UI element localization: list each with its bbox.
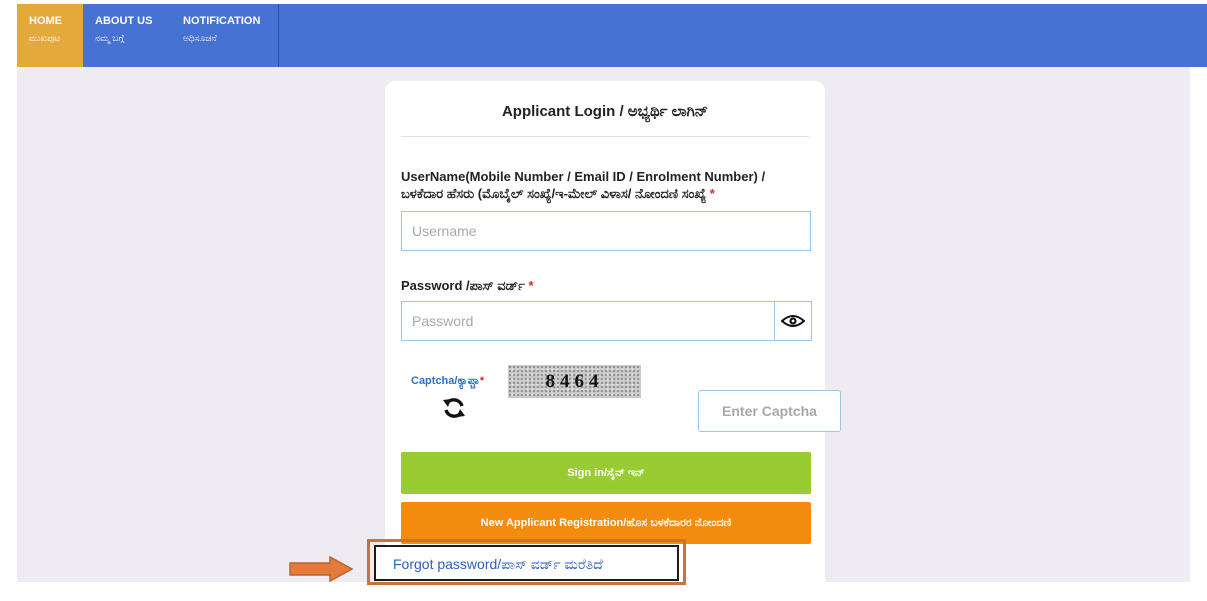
login-title: Applicant Login / ಅಭ್ಯರ್ಥಿ ಲಾಗಿನ್ bbox=[501, 103, 709, 120]
username-input[interactable] bbox=[401, 211, 811, 251]
password-input[interactable] bbox=[401, 301, 775, 341]
password-label: Password /ಪಾಸ್ ವರ್ಡ್ * bbox=[401, 277, 534, 294]
refresh-icon[interactable] bbox=[442, 396, 466, 420]
username-label-line2: ಬಳಕೆದಾರ ಹೆಸರು (ಮೊಬೈಲ್ ಸಂಖ್ಯೆ/ಇ-ಮೇಲ್ ವಿಳಾ… bbox=[401, 186, 707, 201]
nav-notification[interactable]: NOTIFICATION ಅಧಿಸೂಚನೆ bbox=[171, 4, 279, 67]
signin-button[interactable]: Sign in/ಸೈನ್ ಇನ್ bbox=[401, 452, 811, 494]
nav-about-sublabel: ನಮ್ಮ ಬಗ್ಗೆ bbox=[95, 33, 125, 43]
nav-home-sublabel: ಮುಖಪುಟ bbox=[29, 33, 61, 43]
top-navbar: HOME ಮುಖಪುಟ ABOUT US ನಮ್ಮ ಬಗ್ಗೆ NOTIFICA… bbox=[17, 4, 1207, 67]
arrow-right-icon bbox=[289, 556, 354, 582]
captcha-code: 8464 bbox=[545, 370, 604, 392]
eye-icon bbox=[781, 315, 805, 327]
captcha-image: 8464 bbox=[508, 365, 641, 398]
login-card: Applicant Login / ಅಭ್ಯರ್ಥಿ ಲಾಗಿನ್ UserNa… bbox=[385, 81, 841, 601]
username-label: UserName(Mobile Number / Email ID / Enro… bbox=[401, 168, 765, 202]
password-label-text: Password /ಪಾಸ್ ವರ್ಡ್ bbox=[401, 278, 525, 293]
show-password-button[interactable] bbox=[775, 301, 812, 341]
required-mark: * bbox=[528, 278, 534, 293]
captcha-input[interactable] bbox=[698, 390, 841, 432]
captcha-label: Captcha/ಕ್ಯಾಪ್ಚಾ* bbox=[411, 375, 484, 388]
nav-about-label: ABOUT US bbox=[95, 15, 153, 27]
nav-home-label: HOME bbox=[29, 15, 62, 27]
required-mark: * bbox=[479, 375, 485, 387]
username-label-line1: UserName(Mobile Number / Email ID / Enro… bbox=[401, 169, 766, 184]
nav-about-us[interactable]: ABOUT US ನಮ್ಮ ಬಗ್ಗೆ bbox=[83, 4, 171, 67]
captcha-label-text: Captcha/ಕ್ಯಾಪ್ಚಾ bbox=[411, 375, 480, 387]
nav-home[interactable]: HOME ಮುಖಪುಟ bbox=[17, 4, 83, 67]
new-registration-button[interactable]: New Applicant Registration/ಹೊಸ ಬಳಕೆದಾರರ … bbox=[401, 502, 811, 544]
nav-notification-sublabel: ಅಧಿಸೂಚನೆ bbox=[183, 33, 217, 43]
nav-notification-label: NOTIFICATION bbox=[183, 15, 261, 27]
title-divider bbox=[401, 136, 809, 137]
forgot-password-link[interactable]: Forgot password/ಪಾಸ್ ವರ್ಡ್ ಮರೆತಿದೆ bbox=[374, 545, 679, 581]
forgot-password-highlight: Forgot password/ಪಾಸ್ ವರ್ಡ್ ಮರೆತಿದೆ bbox=[367, 539, 686, 585]
required-mark: * bbox=[709, 186, 715, 201]
